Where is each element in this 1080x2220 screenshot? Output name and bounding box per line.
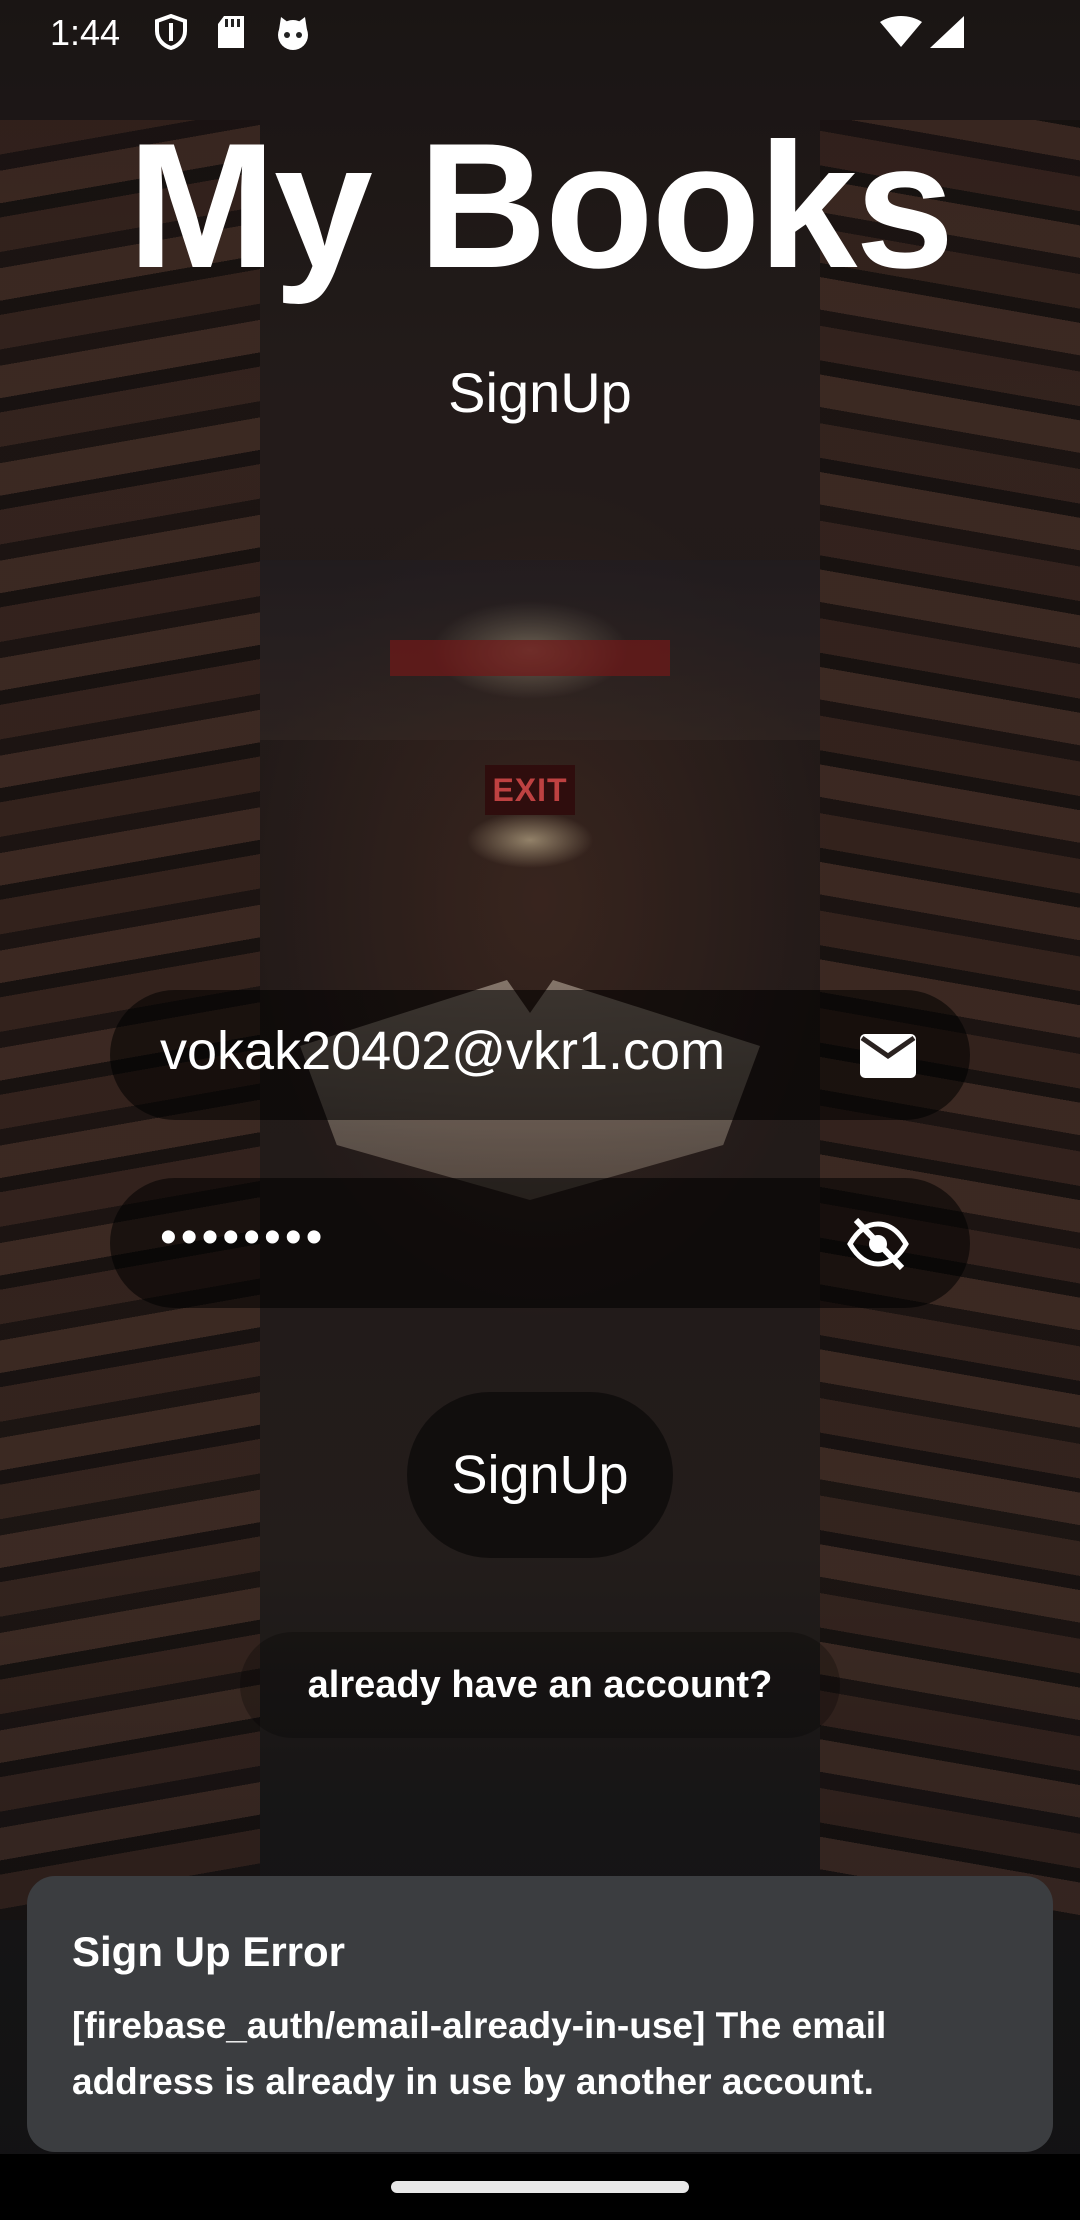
snackbar-message: [firebase_auth/email-already-in-use] The… [72, 2005, 887, 2102]
email-field[interactable]: vokak20402@vkr1.com [110, 990, 970, 1120]
cellular-signal-icon [930, 16, 964, 48]
home-gesture-handle[interactable] [391, 2181, 689, 2193]
signup-button-label: SignUp [451, 1445, 629, 1505]
login-link-label: already have an account? [307, 1664, 773, 1706]
status-time: 1:44 [50, 12, 121, 53]
snackbar-title: Sign Up Error [72, 1928, 346, 1975]
shield-icon [155, 14, 187, 50]
sd-card-icon [218, 16, 244, 48]
mail-icon [860, 1034, 916, 1078]
password-field[interactable]: •••••••• [110, 1178, 970, 1308]
screen: EXIT 1:44 My Books SignUp vokak20402@vkr… [0, 0, 1080, 2220]
visibility-off-icon[interactable] [846, 1212, 910, 1276]
app-title: My Books [127, 106, 955, 305]
password-value: •••••••• [160, 1211, 327, 1264]
email-value: vokak20402@vkr1.com [160, 1021, 726, 1081]
wifi-icon [880, 16, 922, 47]
login-link[interactable]: already have an account? [240, 1632, 840, 1738]
signup-button[interactable]: SignUp [407, 1392, 673, 1558]
status-bar: 1:44 [0, 0, 1080, 66]
cat-icon [278, 17, 308, 50]
page-subtitle: SignUp [448, 361, 632, 424]
error-snackbar: Sign Up Error [firebase_auth/email-alrea… [27, 1876, 1053, 2152]
